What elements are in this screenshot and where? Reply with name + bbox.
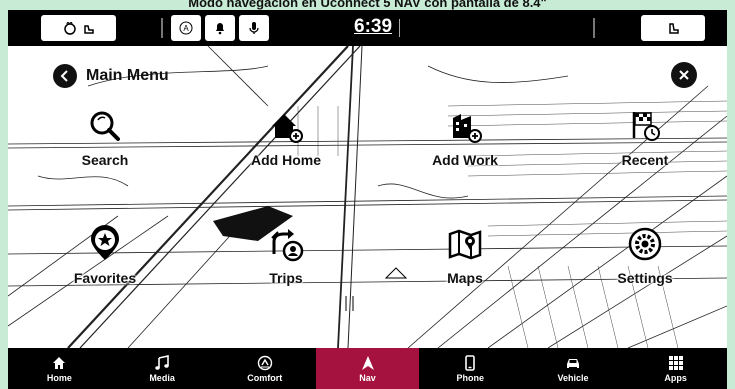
nav-item-vehicle[interactable]: Vehicle	[522, 348, 625, 389]
status-separator	[161, 18, 163, 38]
seat-control-button[interactable]	[641, 15, 705, 41]
search-icon	[90, 111, 120, 141]
tile-settings[interactable]: Settings	[590, 224, 700, 304]
status-bar: A 6:39	[8, 10, 727, 46]
notifications-button[interactable]	[205, 15, 235, 41]
nav-item-apps[interactable]: Apps	[624, 348, 727, 389]
uconnect-a-icon: A	[179, 21, 193, 35]
status-separator	[593, 18, 595, 38]
nav-item-label: Vehicle	[557, 372, 589, 383]
back-button[interactable]	[53, 64, 77, 88]
trips-icon	[270, 229, 304, 262]
tile-add-work[interactable]: Add Work	[410, 106, 520, 186]
music-note-icon	[155, 354, 169, 370]
nav-item-media[interactable]: Media	[111, 348, 214, 389]
add-home-icon	[272, 114, 303, 143]
tile-label: Settings	[617, 270, 673, 286]
nav-item-label: Home	[46, 372, 72, 383]
tile-label: Recent	[621, 152, 669, 168]
nav-item-label: Nav	[359, 372, 376, 383]
tile-label: Maps	[447, 270, 483, 286]
heated-steering-icon	[63, 22, 76, 35]
tile-search[interactable]: Search	[50, 106, 160, 186]
tile-label: Add Work	[432, 152, 498, 168]
heated-seat-icon	[83, 25, 94, 34]
notification-bell-icon	[216, 23, 224, 35]
nav-item-home[interactable]: Home	[8, 348, 111, 389]
tile-label: Favorites	[73, 270, 137, 286]
tile-trips[interactable]: Trips	[231, 224, 341, 304]
phone-icon	[465, 354, 476, 371]
apps-grid-icon	[668, 355, 683, 370]
maps-icon	[448, 229, 482, 260]
comfort-icon	[257, 355, 272, 370]
microphone-icon	[249, 22, 259, 34]
tile-add-home[interactable]: Add Home	[231, 106, 341, 186]
nav-item-label: Apps	[664, 372, 687, 383]
seat-icon	[669, 23, 679, 34]
clock-time: 6:39	[354, 16, 393, 37]
favorites-star-icon	[91, 225, 119, 260]
close-button[interactable]	[671, 62, 697, 88]
page-title: Main Menu	[86, 67, 169, 84]
head-unit-screen: A 6:39 Main Menu Search Add Home Add Wor…	[8, 10, 727, 389]
clock-cursor	[399, 19, 400, 37]
nav-item-label: Comfort	[247, 372, 283, 383]
tile-favorites[interactable]: Favorites	[50, 224, 160, 304]
nav-item-phone[interactable]: Phone	[419, 348, 522, 389]
nav-item-nav[interactable]: Nav	[316, 348, 419, 389]
home-icon	[53, 356, 66, 369]
svg-text:A: A	[183, 24, 189, 33]
nav-item-comfort[interactable]: Comfort	[213, 348, 316, 389]
uconnect-button[interactable]: A	[171, 15, 201, 41]
add-work-icon	[453, 114, 482, 143]
heated-steering-seat-button[interactable]	[41, 15, 116, 41]
voice-button[interactable]	[239, 15, 269, 41]
settings-gear-icon	[628, 227, 662, 261]
close-icon	[679, 70, 689, 80]
page-caption: Modo navegación en Uconnect 5 NAV con pa…	[188, 0, 547, 10]
tile-label: Search	[81, 152, 129, 168]
tile-label: Add Home	[251, 152, 321, 168]
chevron-left-icon	[60, 70, 68, 82]
recent-flag-icon	[632, 112, 660, 141]
tile-recent[interactable]: Recent	[590, 106, 700, 186]
nav-item-label: Media	[149, 372, 175, 383]
nav-item-label: Phone	[456, 372, 484, 383]
bottom-nav-bar: Home Media Comfort Nav Phone Vehicle App…	[8, 348, 727, 389]
tile-label: Trips	[269, 270, 303, 286]
nav-arrow-icon	[361, 355, 374, 370]
tile-maps[interactable]: Maps	[410, 224, 520, 304]
vehicle-icon	[566, 358, 579, 368]
